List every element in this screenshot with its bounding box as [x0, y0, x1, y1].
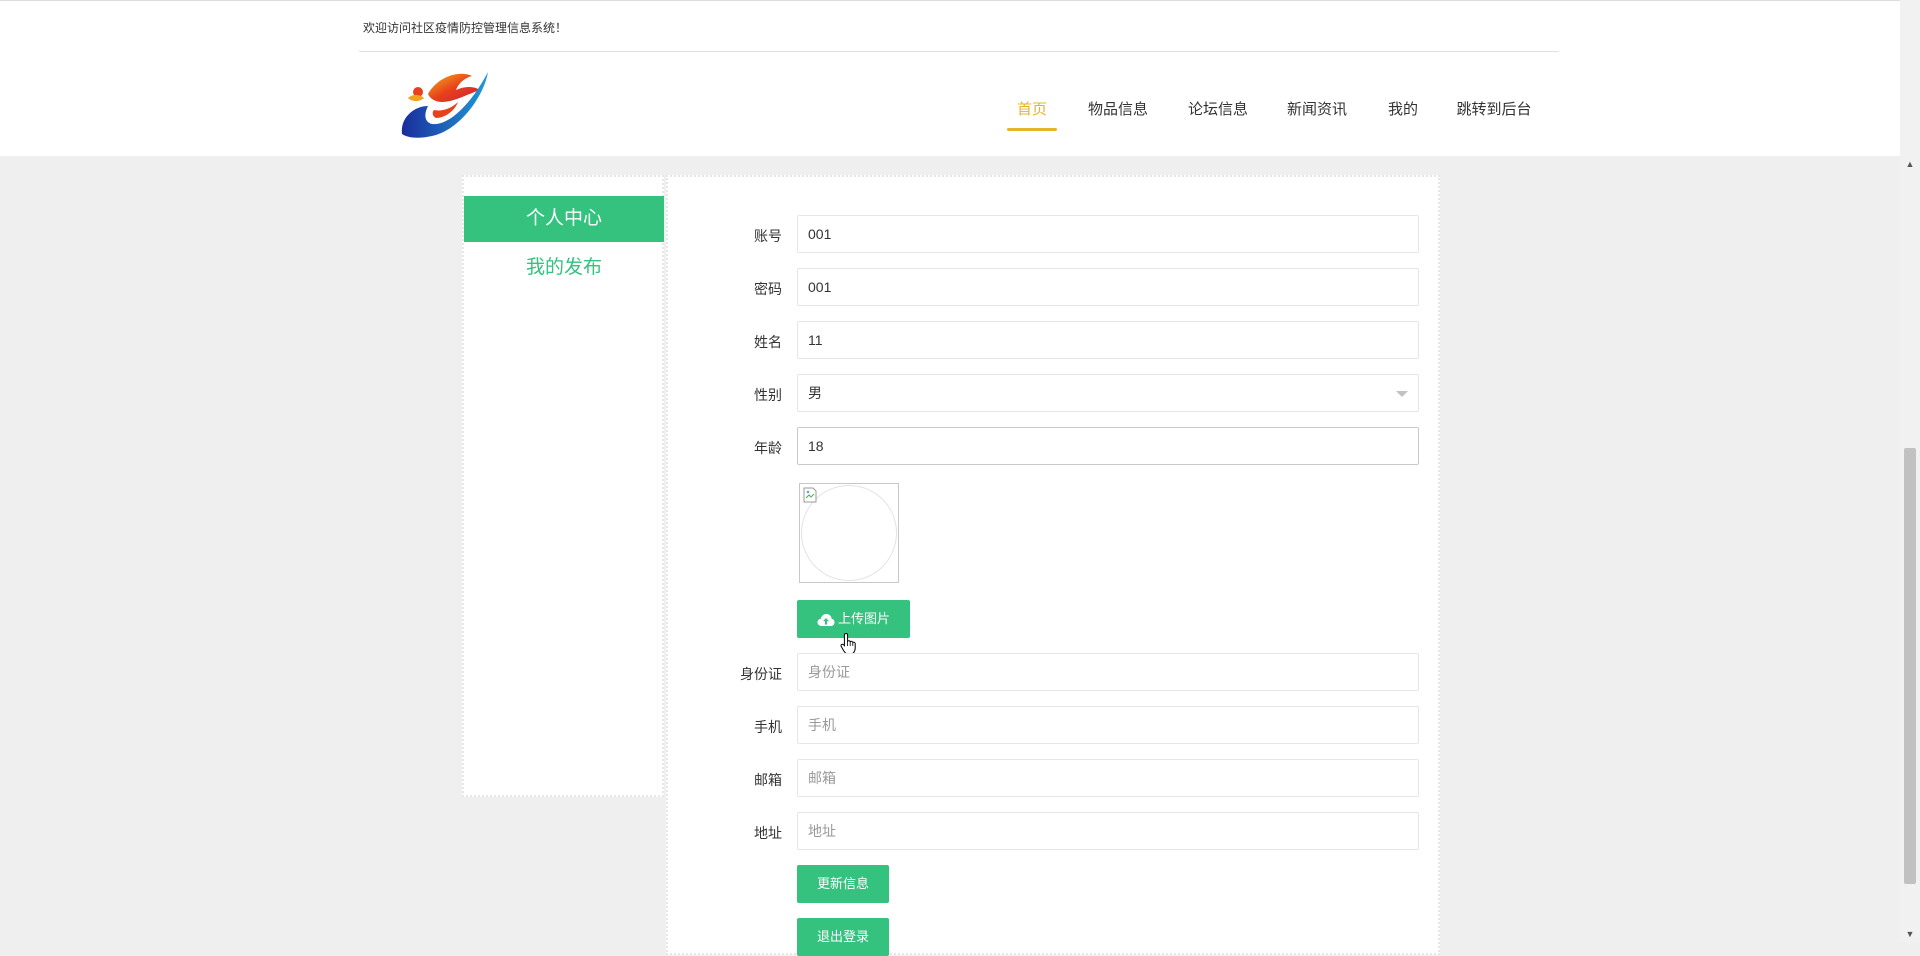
header-divider: [359, 51, 1559, 52]
gender-select[interactable]: 男: [797, 374, 1419, 412]
address-label: 地址: [754, 825, 782, 841]
upload-image-label: 上传图片: [837, 611, 890, 626]
address-input[interactable]: 地址: [797, 812, 1419, 850]
nav-news[interactable]: 新闻资讯: [1287, 99, 1347, 131]
nav-items-info[interactable]: 物品信息: [1088, 99, 1148, 131]
sidebar: 个人中心 我的发布: [462, 175, 664, 797]
broken-image-icon: [803, 487, 817, 503]
update-info-button[interactable]: 更新信息: [797, 865, 889, 903]
cloud-upload-icon: [817, 613, 835, 626]
age-label: 年龄: [754, 440, 782, 456]
password-label: 密码: [754, 281, 782, 297]
chevron-down-icon: [1396, 391, 1408, 397]
id-card-input[interactable]: 身份证: [797, 653, 1419, 691]
phone-input[interactable]: 手机: [797, 706, 1419, 744]
site-logo[interactable]: [398, 66, 490, 142]
nav-home[interactable]: 首页: [1006, 99, 1058, 131]
account-label: 账号: [754, 228, 782, 244]
name-label: 姓名: [754, 334, 782, 350]
email-label: 邮箱: [754, 772, 782, 788]
logout-button[interactable]: 退出登录: [797, 918, 889, 956]
phone-label: 手机: [754, 719, 782, 735]
welcome-text: 欢迎访问社区疫情防控管理信息系统！: [363, 21, 568, 35]
id-card-label: 身份证: [740, 666, 782, 682]
gender-label: 性别: [754, 387, 782, 403]
scrollbar-thumb[interactable]: [1904, 448, 1916, 884]
scroll-up-arrow-icon[interactable]: ▲: [1900, 158, 1920, 170]
age-input[interactable]: 18: [797, 427, 1419, 465]
nav-admin[interactable]: 跳转到后台: [1456, 99, 1531, 131]
scroll-down-arrow-icon[interactable]: ▼: [1900, 928, 1920, 940]
sidebar-item-my-posts[interactable]: 我的发布: [464, 250, 664, 286]
nav-mine[interactable]: 我的: [1388, 99, 1418, 131]
account-input[interactable]: 001: [797, 215, 1419, 253]
gender-selected-value: 男: [808, 385, 822, 401]
name-input[interactable]: 11: [797, 321, 1419, 359]
header: 欢迎访问社区疫情防控管理信息系统！ 首页 物品信息 论坛信息 新闻资讯 我的 跳…: [0, 0, 1900, 156]
nav-forum[interactable]: 论坛信息: [1188, 99, 1248, 131]
avatar-preview: [799, 483, 899, 583]
password-input[interactable]: 001: [797, 268, 1419, 306]
email-input[interactable]: 邮箱: [797, 759, 1419, 797]
sidebar-item-personal-center[interactable]: 个人中心: [464, 196, 664, 242]
